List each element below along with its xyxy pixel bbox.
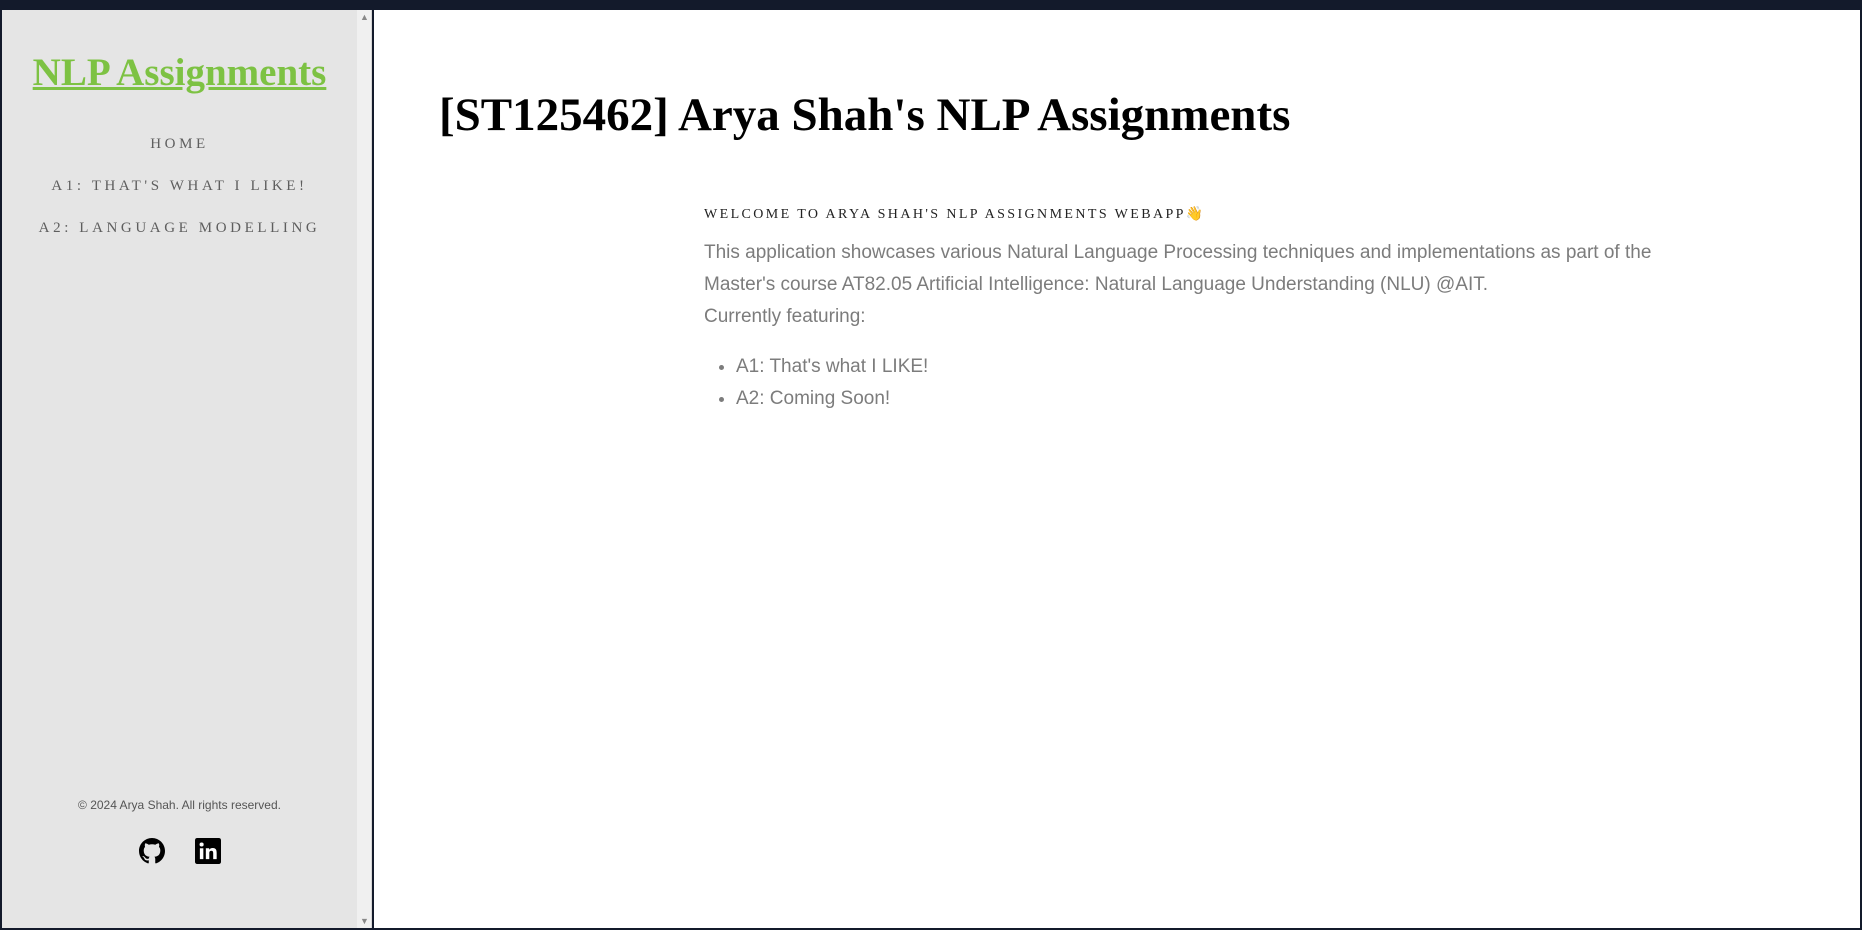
github-icon[interactable]: [138, 838, 165, 864]
scrollbar-divider: [371, 10, 372, 928]
description-text: This application showcases various Natur…: [704, 242, 1652, 295]
nav-item-home[interactable]: HOME: [2, 123, 357, 165]
nav-item-a1[interactable]: A1: THAT'S WHAT I LIKE!: [2, 165, 357, 207]
window-top-strip: [0, 0, 1862, 8]
site-logo-link[interactable]: NLP Assignments: [2, 51, 357, 95]
intro-section: WELCOME TO ARYA SHAH'S NLP ASSIGNMENTS W…: [704, 206, 1704, 415]
scroll-up-arrow-icon[interactable]: ▲: [357, 10, 372, 24]
social-links: [2, 838, 357, 864]
welcome-text: WELCOME TO ARYA SHAH'S NLP ASSIGNMENTS W…: [704, 207, 1186, 222]
feature-list: A1: That's what I LIKE! A2: Coming Soon!: [704, 351, 1704, 415]
copyright-text: © 2024 Arya Shah. All rights reserved.: [78, 798, 281, 812]
waving-hand-icon: 👋: [1185, 207, 1206, 222]
welcome-heading: WELCOME TO ARYA SHAH'S NLP ASSIGNMENTS W…: [704, 206, 1704, 223]
nav-item-a2[interactable]: A2: LANGUAGE MODELLING: [2, 207, 357, 249]
sidebar-footer: © 2024 Arya Shah. All rights reserved.: [2, 798, 357, 864]
featuring-label: Currently featuring:: [704, 306, 866, 327]
app-description: This application showcases various Natur…: [704, 237, 1704, 333]
page-title: [ST125462] Arya Shah's NLP Assignments: [439, 89, 1291, 141]
sidebar-nav: HOME A1: THAT'S WHAT I LIKE! A2: LANGUAG…: [2, 123, 357, 249]
scroll-down-arrow-icon[interactable]: ▼: [357, 914, 372, 928]
sidebar: NLP Assignments HOME A1: THAT'S WHAT I L…: [2, 10, 357, 928]
sidebar-scrollbar[interactable]: ▲ ▼: [357, 10, 372, 928]
linkedin-icon[interactable]: [194, 838, 221, 864]
main-content: [ST125462] Arya Shah's NLP Assignments W…: [374, 10, 1860, 928]
feature-item: A2: Coming Soon!: [736, 383, 1704, 415]
feature-item: A1: That's what I LIKE!: [736, 351, 1704, 383]
